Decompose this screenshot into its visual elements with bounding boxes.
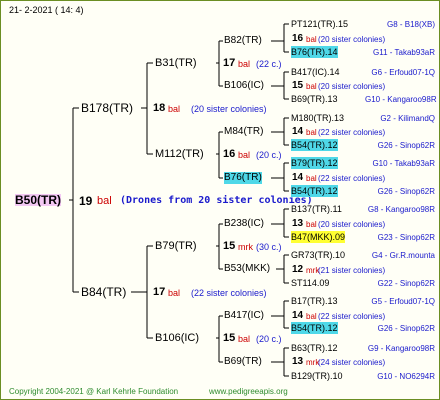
gen3-count: 14 xyxy=(292,126,304,137)
sire-breeding-mark: bal xyxy=(168,104,181,114)
gen4-queen-id: G10 - NO6294R xyxy=(377,372,435,381)
gen2-sister-note: (30 c.) xyxy=(256,242,282,252)
root-queen[interactable]: B50(TR) xyxy=(15,194,62,206)
gen4-queen[interactable]: M180(TR).13 xyxy=(291,112,344,124)
gen2-breeding-mark: bal xyxy=(238,59,251,69)
gen4-queen[interactable]: B54(TR).12 xyxy=(291,322,338,334)
sire-sister-note: (20 sister colonies) xyxy=(191,104,267,114)
gen4-queen-id: G6 - Erfoud07-1Q xyxy=(371,68,435,77)
gen4-queen-id: G11 - Takab93aR xyxy=(373,48,435,57)
gen4-queen-id: G8 - Kangaroo98R xyxy=(367,205,435,214)
gen3-sister-note: (20 sister colonies) xyxy=(318,82,386,91)
footer-copyright: Copyright 2004-2021 @ Karl Kehrle Founda… xyxy=(9,387,179,396)
gen4-queen-id: G8 - B18(XB) xyxy=(386,20,435,29)
gen3-breeding-mark: bal xyxy=(306,82,317,91)
gen3-count: 13 xyxy=(292,218,304,229)
gen4-queen-id: G22 - Sinop62R xyxy=(377,279,435,288)
gen4-queen-id: G26 - Sinop62R xyxy=(377,187,435,196)
gen3-sister-note: (22 sister colonies) xyxy=(318,128,386,137)
gen4-queen[interactable]: B76(TR).14 xyxy=(291,46,338,58)
gen4-queen[interactable]: B129(TR).10 xyxy=(291,370,343,382)
gen4-queen-id: G10 - Kangaroo98R xyxy=(365,95,437,104)
gen3-count: 14 xyxy=(292,310,304,321)
gen3-count: 12 xyxy=(292,264,304,275)
gen3-sister-note: (24 sister colonies) xyxy=(318,358,386,367)
gen2-sister-note: (22 c.) xyxy=(256,59,282,69)
dam-queen[interactable]: B84(TR) xyxy=(81,286,126,298)
gen3-sister-note: (20 sister colonies) xyxy=(318,35,386,44)
gen4-queen-id: G26 - Sinop62R xyxy=(377,141,435,150)
gen3-sister-note: (20 sister colonies) xyxy=(318,220,386,229)
gen3-queen[interactable]: B238(IC) xyxy=(224,218,264,230)
gen4-queen[interactable]: B63(TR).12 xyxy=(291,342,338,354)
gen4-queen-id: G26 - Sinop62R xyxy=(377,324,435,333)
gen4-queen-id: G4 - Gr.R.mounta xyxy=(371,251,435,260)
gen2-breeding-mark: mrk xyxy=(238,242,253,252)
gen2-count: 16 xyxy=(223,148,236,160)
gen4-queen[interactable]: B79(TR).12 xyxy=(291,157,338,169)
dam-count: 17 xyxy=(153,286,166,298)
gen2-queen[interactable]: B31(TR) xyxy=(155,57,197,69)
dam-breeding-mark: bal xyxy=(168,288,181,298)
gen3-count: 14 xyxy=(292,172,304,183)
gen4-queen[interactable]: B69(TR).13 xyxy=(291,93,338,105)
gen4-queen-id: G23 - Sinop62R xyxy=(377,233,435,242)
gen3-queen[interactable]: B106(IC) xyxy=(224,80,264,92)
gen4-queen[interactable]: PT121(TR).15 xyxy=(291,18,348,30)
report-date: 21- 2-2021 ( 14: 4) xyxy=(9,5,84,15)
root-count: 19 xyxy=(79,194,93,208)
gen2-sister-note: (20 c.) xyxy=(256,334,282,344)
gen3-queen[interactable]: B69(TR) xyxy=(224,356,262,368)
gen2-count: 17 xyxy=(223,57,236,69)
root-breeding-mark: bal xyxy=(97,195,112,207)
gen4-queen[interactable]: ST114.09 xyxy=(291,277,329,289)
gen3-queen[interactable]: B76(TR) xyxy=(224,172,262,184)
gen4-queen[interactable]: GR73(TR).10 xyxy=(291,249,345,261)
gen3-breeding-mark: bal xyxy=(306,220,317,229)
gen4-queen-id: G2 - KilimandQ xyxy=(380,114,435,123)
gen4-queen[interactable]: B54(TR).12 xyxy=(291,139,338,151)
gen3-count: 16 xyxy=(292,33,304,44)
sire-count: 18 xyxy=(153,102,166,114)
gen2-sister-note: (20 c.) xyxy=(256,150,282,160)
gen3-queen[interactable]: B82(TR) xyxy=(224,35,262,47)
gen4-queen-id: G10 - Takab93aR xyxy=(372,159,435,168)
gen3-queen[interactable]: B53(MKK) xyxy=(224,263,270,275)
root-drone-note: (Drones from 20 sister colonies) xyxy=(120,195,313,206)
footer-site-link[interactable]: www.pedigreeapis.org xyxy=(209,386,288,398)
gen4-queen-id: G9 - Kangaroo98R xyxy=(367,344,435,353)
gen3-count: 13 xyxy=(292,356,304,367)
gen4-queen[interactable]: B417(IC).14 xyxy=(291,66,340,78)
pedigree-chart: 21- 2-2021 ( 14: 4) B50(TR) 19 bal (Dron… xyxy=(0,0,440,400)
sire-queen[interactable]: B178(TR) xyxy=(81,102,133,114)
gen2-queen[interactable]: M112(TR) xyxy=(155,148,204,160)
gen3-queen[interactable]: B417(IC) xyxy=(224,310,264,322)
gen3-breeding-mark: bal xyxy=(306,128,317,137)
gen3-breeding-mark: bal xyxy=(306,174,317,183)
gen4-queen[interactable]: B137(TR).11 xyxy=(291,203,342,215)
gen2-queen[interactable]: B79(TR) xyxy=(155,240,197,252)
gen4-queen[interactable]: B54(TR).12 xyxy=(291,185,338,197)
gen2-count: 15 xyxy=(223,240,236,252)
gen4-queen[interactable]: B17(TR).13 xyxy=(291,295,338,307)
gen3-sister-note: (22 sister colonies) xyxy=(318,174,386,183)
gen3-count: 15 xyxy=(292,80,304,91)
gen2-breeding-mark: bal xyxy=(238,334,251,344)
gen3-sister-note: (21 sister colonies) xyxy=(318,266,386,275)
gen3-breeding-mark: bal xyxy=(306,35,317,44)
dam-sister-note: (22 sister colonies) xyxy=(191,288,267,298)
gen3-queen[interactable]: M84(TR) xyxy=(224,126,263,138)
gen4-queen[interactable]: B47(MKK).09 xyxy=(291,231,346,243)
gen2-queen[interactable]: B106(IC) xyxy=(155,332,199,344)
gen2-count: 15 xyxy=(223,332,236,344)
gen2-breeding-mark: bal xyxy=(238,150,251,160)
gen4-queen-id: G5 - Erfoud07-1Q xyxy=(371,297,435,306)
